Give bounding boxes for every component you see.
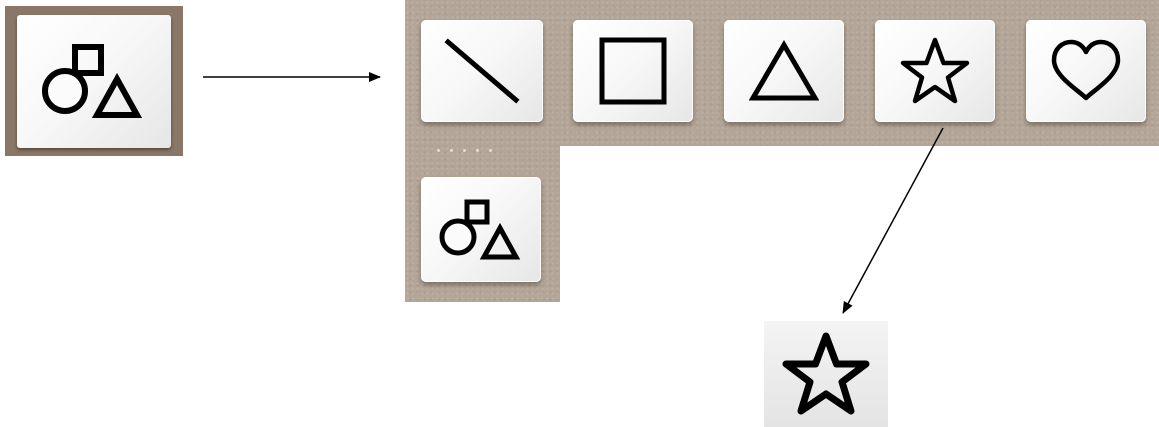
square-tool-button[interactable] xyxy=(573,20,693,122)
triangle-icon xyxy=(749,40,819,101)
star-tool-button[interactable] xyxy=(875,20,995,122)
shapes-button[interactable] xyxy=(17,15,171,148)
star-icon xyxy=(900,37,970,104)
square-icon xyxy=(599,37,667,105)
line-icon xyxy=(444,38,520,104)
shapes-icon xyxy=(439,199,521,259)
star-icon xyxy=(782,332,870,415)
shapes-button-frame xyxy=(5,6,183,156)
arrow-down xyxy=(842,127,944,314)
triangle-tool-button[interactable] xyxy=(724,20,844,122)
shapes-icon xyxy=(42,43,143,118)
inserted-star-shape xyxy=(764,321,888,427)
toolbar-grip[interactable] xyxy=(437,149,492,152)
line-tool-button[interactable] xyxy=(421,20,543,122)
heart-icon xyxy=(1051,39,1121,101)
heart-tool-button[interactable] xyxy=(1026,20,1146,122)
shapes-expanded-button[interactable] xyxy=(421,177,541,282)
